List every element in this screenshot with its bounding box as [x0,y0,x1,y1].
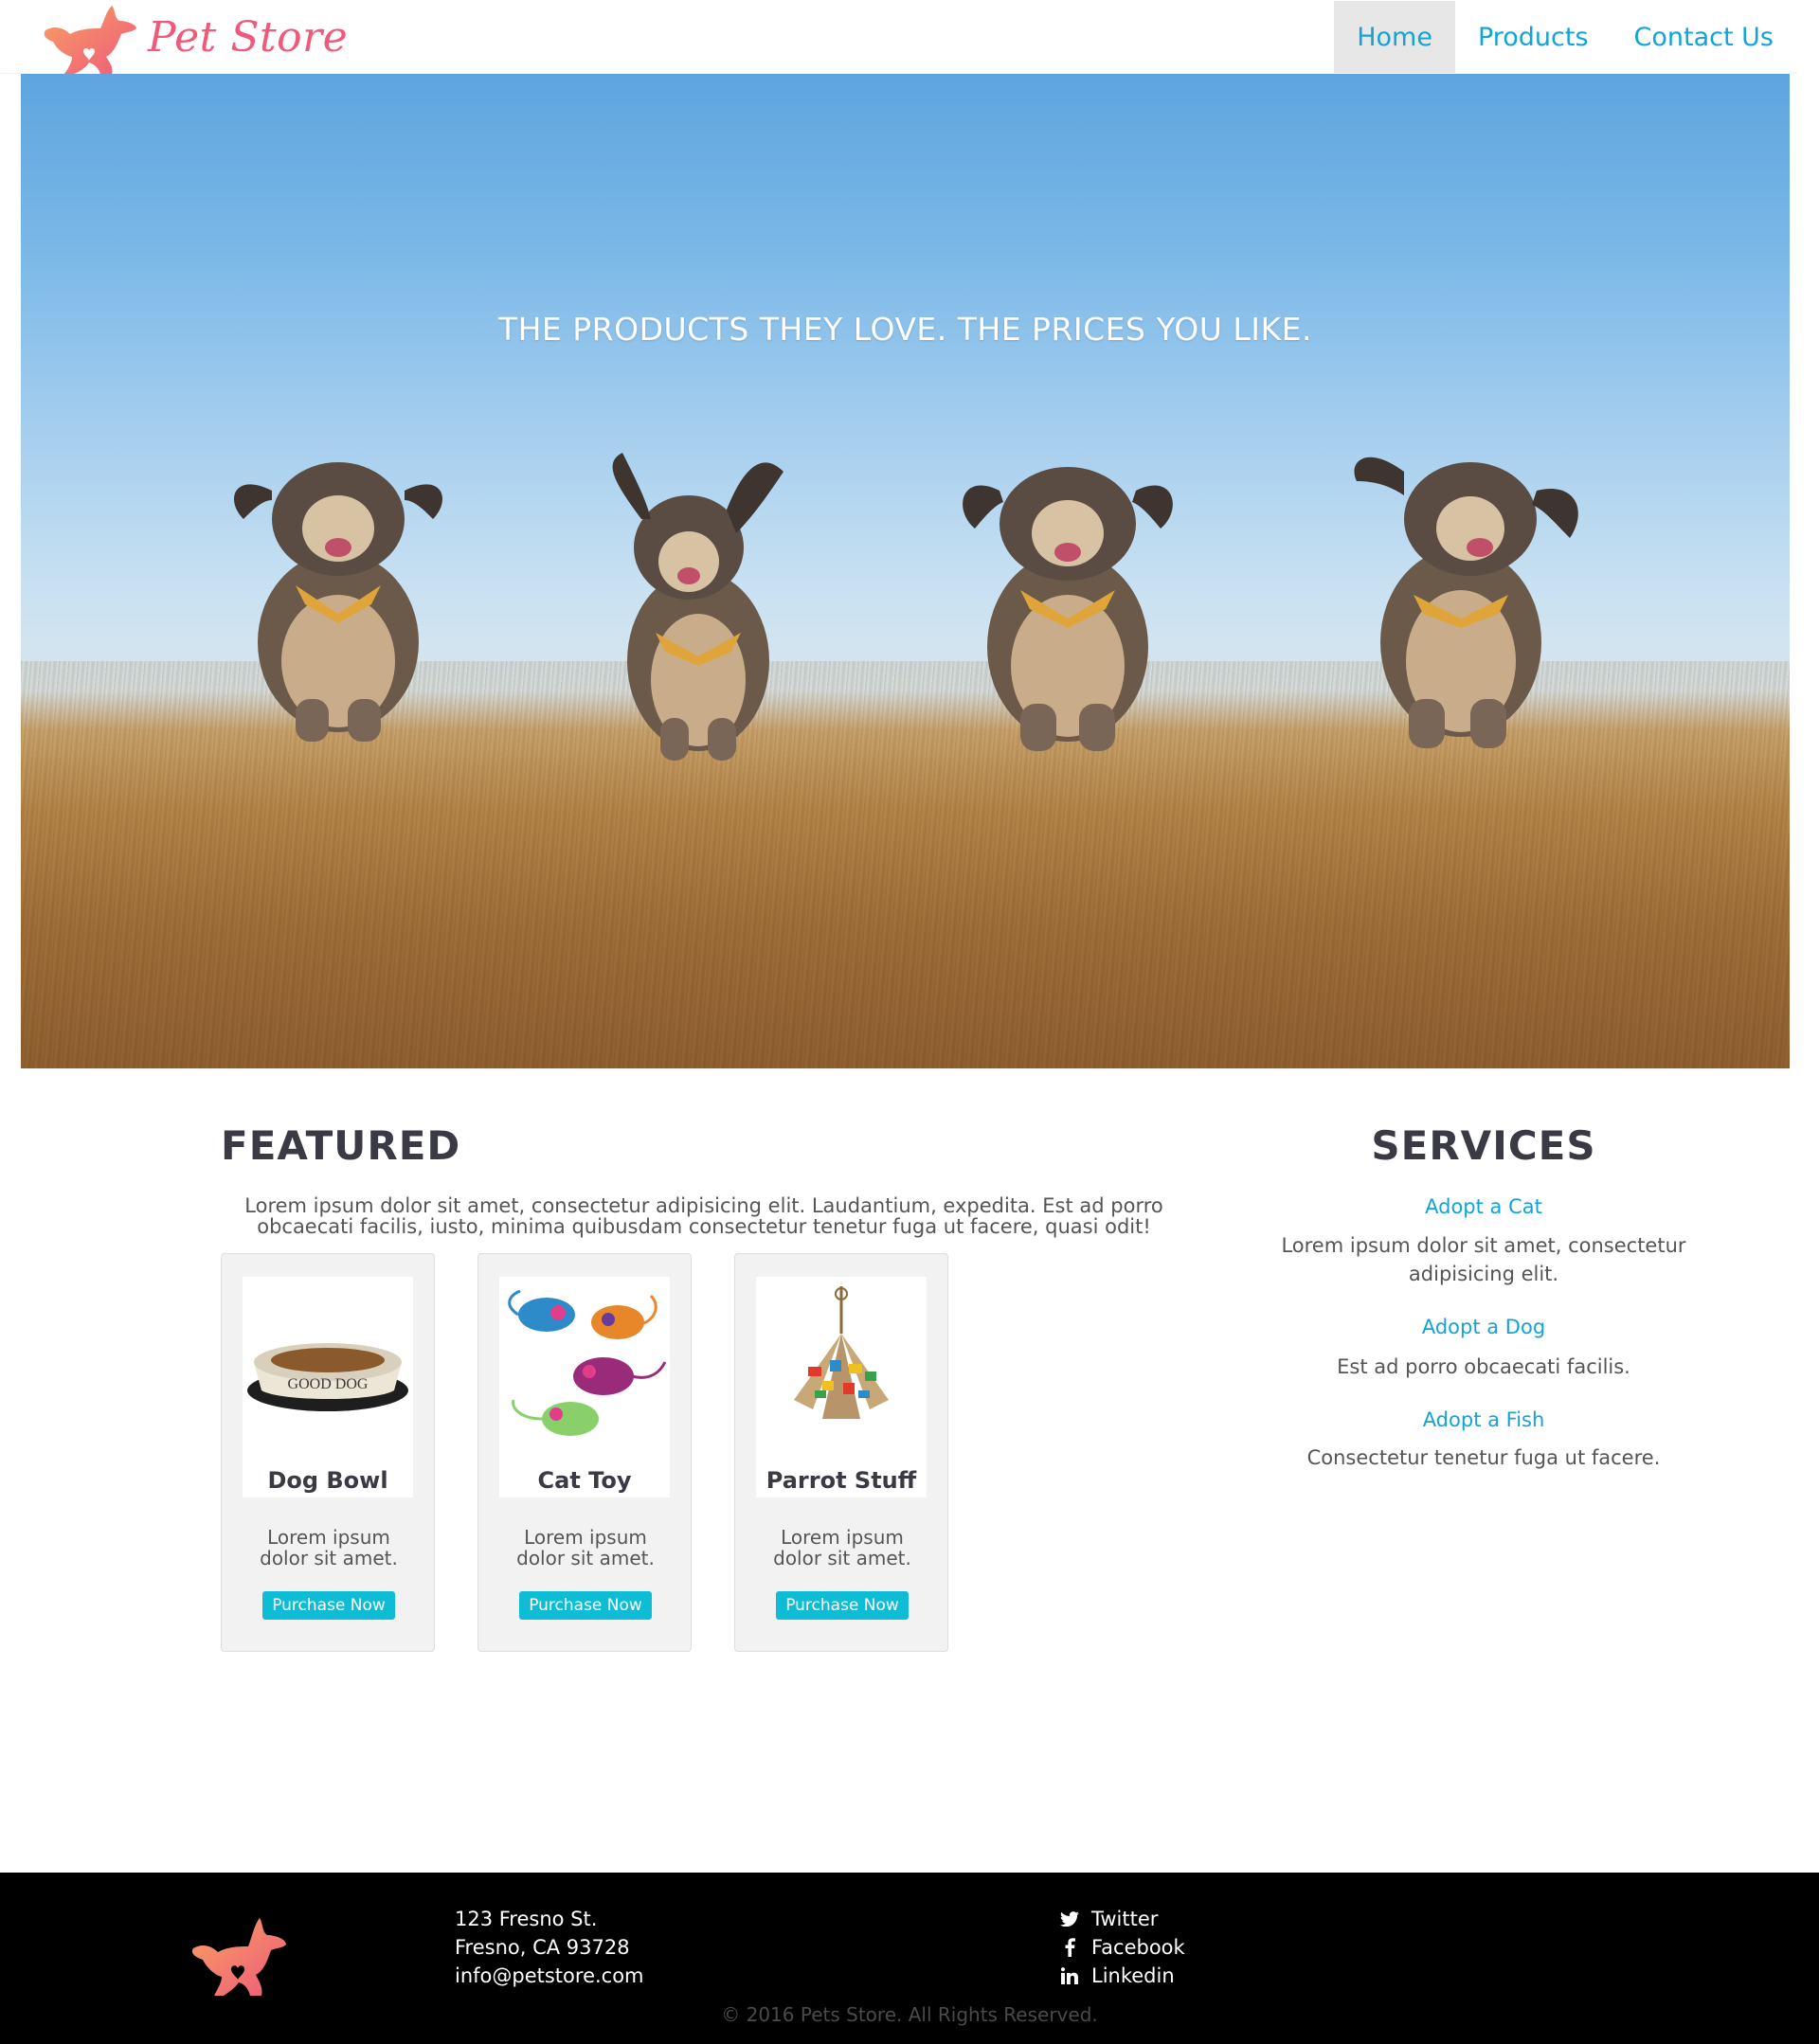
dog-bowl-label: GOOD DOG [288,1376,369,1392]
footer-social-links: Twitter Facebook Linkedin [1059,1905,1185,1990]
product-card: GOOD DOG Dog Bowl Lorem ipsum dolor sit … [221,1253,435,1652]
adopt-fish-link[interactable]: Adopt a Fish [1275,1408,1692,1431]
adopt-dog-description: Est ad porro obcaecati facilis. [1337,1355,1630,1378]
product-name: Dog Bowl [267,1467,388,1494]
footer: 123 Fresno St. Fresno, CA 93728 info@pet… [0,1873,1819,2044]
purchase-now-button[interactable]: Purchase Now [776,1591,909,1620]
services-heading: SERVICES [1371,1122,1596,1169]
adopt-dog-link[interactable]: Adopt a Dog [1275,1316,1692,1338]
nav-menu: Home Products Contact Us [1334,0,1796,74]
running-dog-image [1354,457,1578,748]
running-dog-image [963,467,1173,751]
cat-toy-image [508,1289,667,1436]
footer-dog-logo-icon [191,1918,286,1996]
footer-address: 123 Fresno St. Fresno, CA 93728 info@pet… [455,1905,644,1990]
address-city: Fresno, CA 93728 [455,1936,630,1959]
navbar: Pet Store Home Products Contact Us [0,0,1819,74]
product-description: Lorem ipsum dolor sit amet. [516,1526,655,1569]
product-description: Lorem ipsum dolor sit amet. [260,1526,398,1569]
featured-description: Lorem ipsum dolor sit amet, consectetur … [244,1194,1163,1238]
twitter-label: Twitter [1091,1908,1159,1930]
product-card: Cat Toy Lorem ipsum dolor sit amet. Purc… [477,1253,692,1652]
product-name: Cat Toy [537,1467,632,1494]
copyright-text: © 2016 Pets Store. All Rights Reserved. [721,2003,1098,2026]
facebook-label: Facebook [1091,1936,1185,1959]
running-dog-image [612,453,783,761]
linkedin-label: Linkedin [1091,1964,1175,1987]
twitter-link[interactable]: Twitter [1059,1905,1185,1933]
product-description: Lorem ipsum dolor sit amet. [773,1526,911,1569]
running-dog-logo-icon [44,6,136,74]
adopt-cat-link[interactable]: Adopt a Cat [1275,1195,1692,1218]
linkedin-link[interactable]: Linkedin [1059,1962,1185,1990]
product-thumbnail: Parrot Stuff [756,1277,927,1497]
twitter-icon [1059,1911,1080,1927]
product-card: Parrot Stuff Lorem ipsum dolor sit amet.… [734,1253,948,1652]
purchase-now-button[interactable]: Purchase Now [519,1591,652,1620]
nav-products-link[interactable]: Products [1455,1,1612,73]
product-thumbnail: Cat Toy [499,1277,670,1497]
adopt-fish-description: Consectetur tenetur fuga ut facere. [1306,1446,1661,1469]
product-thumbnail: GOOD DOG Dog Bowl [243,1277,413,1497]
facebook-icon [1059,1938,1080,1957]
brand-logo-link[interactable]: Pet Store [38,0,348,74]
running-dog-image [234,462,442,742]
dog-bowl-image: GOOD DOG [247,1343,408,1411]
hero-title: THE PRODUCTS THEY LOVE. THE PRICES YOU L… [497,311,1313,348]
adopt-cat-description: Lorem ipsum dolor sit amet, consectetur … [1281,1234,1686,1285]
purchase-now-button[interactable]: Purchase Now [262,1591,395,1620]
featured-heading: FEATURED [221,1122,461,1169]
facebook-link[interactable]: Facebook [1059,1933,1185,1962]
nav-home-link[interactable]: Home [1334,1,1455,73]
hero-banner: THE PRODUCTS THEY LOVE. THE PRICES YOU L… [21,74,1790,1068]
parrot-toy-image [794,1286,889,1419]
linkedin-icon [1059,1967,1080,1984]
nav-contact-link[interactable]: Contact Us [1612,1,1796,73]
product-name: Parrot Stuff [765,1467,917,1494]
brand-name: Pet Store [148,12,349,62]
address-email[interactable]: info@petstore.com [455,1962,644,1990]
address-street: 123 Fresno St. [455,1908,598,1930]
